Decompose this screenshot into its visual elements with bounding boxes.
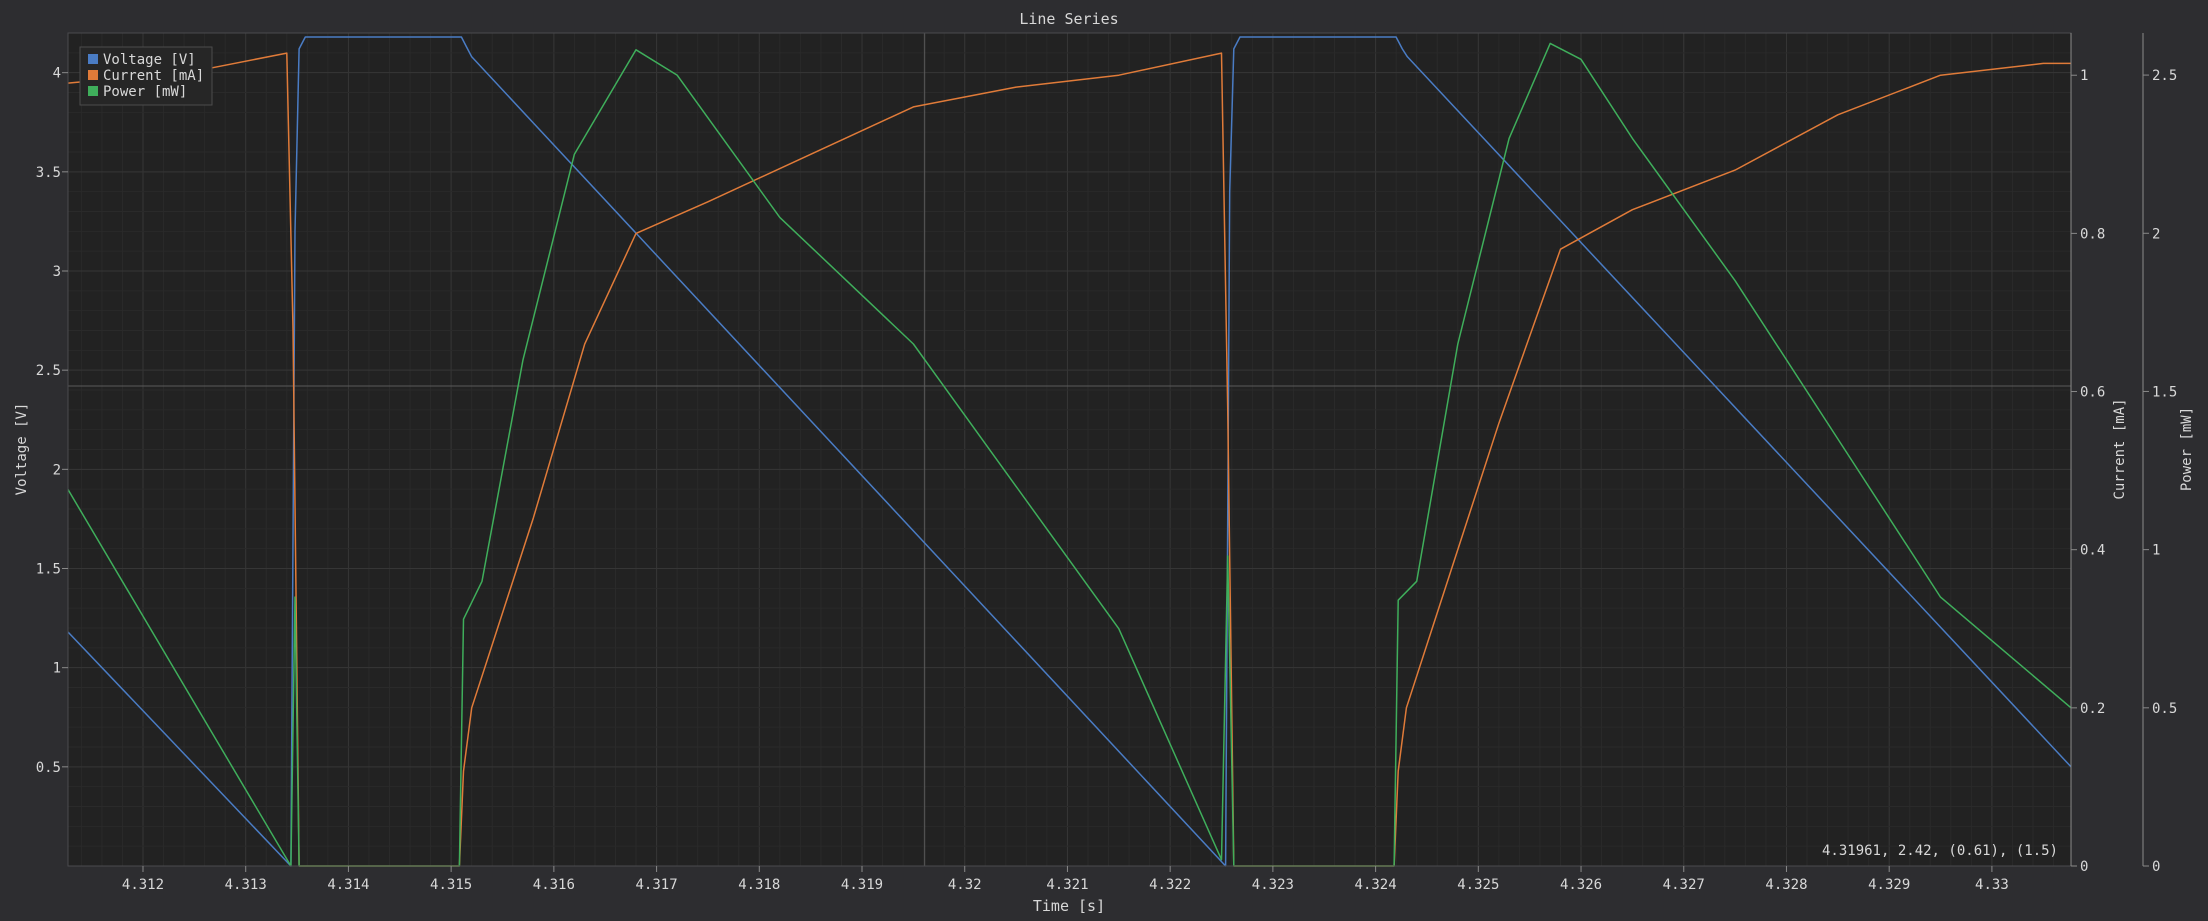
y3-tick-label: 1 [2152,543,2160,559]
y2-tick-label: 0 [2080,859,2088,875]
chart-title: Line Series [1019,10,1118,28]
legend-label-current[interactable]: Current [mA] [103,68,204,84]
y2-tick-label: 0.2 [2080,701,2105,717]
x-axis-label: Time [s] [1033,897,1105,915]
y1-tick-label: 2.5 [36,363,61,379]
legend-label-voltage[interactable]: Voltage [V] [103,52,196,68]
y1-tick-label: 3 [53,264,61,280]
legend-label-power[interactable]: Power [mW] [103,84,187,100]
y3-axis-label: Power [mW] [2179,407,2195,491]
x-tick-label: 4.313 [225,877,267,893]
x-tick-label: 4.322 [1149,877,1191,893]
y2-tick-label: 0.6 [2080,385,2105,401]
y3-tick-label: 1.5 [2152,384,2177,400]
y3-tick-label: 2.5 [2152,68,2177,84]
legend[interactable]: Voltage [V] Current [mA] Power [mW] [79,46,213,106]
y1-tick-label: 0.5 [36,760,61,776]
y3-tick-label: 2 [2152,226,2160,242]
x-tick-label: 4.317 [635,877,677,893]
y1-tick-label: 1.5 [36,562,61,578]
x-tick-label: 4.315 [430,877,472,893]
y1-axis-label: Voltage [V] [14,403,30,496]
legend-swatch-current [88,70,98,80]
x-tick-label: 4.329 [1868,877,1910,893]
y1-tick-label: 1 [53,661,61,677]
x-tick-label: 4.318 [738,877,780,893]
x-tick-label: 4.323 [1252,877,1294,893]
legend-swatch-power [88,86,98,96]
y3-tick-label: 0 [2152,859,2160,875]
cursor-readout: 4.31961, 2.42, (0.61), (1.5) [1822,843,2058,859]
x-tick-label: 4.326 [1560,877,1602,893]
x-tick-label: 4.316 [533,877,575,893]
y1-tick-label: 2 [53,462,61,478]
x-tick-label: 4.324 [1355,877,1397,893]
legend-swatch-voltage [88,54,98,64]
y2-tick-label: 0.8 [2080,226,2105,242]
line-series-chart[interactable]: 4.312 4.313 4.314 4.315 4.316 4.317 4.318 4.319… [0,0,2208,921]
x-tick-label: 4.314 [327,877,369,893]
x-tick-label: 4.321 [1046,877,1088,893]
x-tick-label: 4.319 [841,877,883,893]
y2-tick-label: 0.4 [2080,543,2105,559]
y3-tick-label: 0.5 [2152,701,2177,717]
x-tick-label: 4.32 [948,877,982,893]
x-tick-label: 4.312 [122,877,164,893]
y1-tick-label: 4 [53,66,61,82]
x-tick-label: 4.328 [1765,877,1807,893]
x-tick-label: 4.33 [1975,877,2009,893]
x-tick-label: 4.325 [1457,877,1499,893]
y1-tick-label: 3.5 [36,165,61,181]
x-tick-label: 4.327 [1663,877,1705,893]
y2-axis-label: Current [mA] [2112,398,2128,499]
y2-tick-label: 1 [2080,68,2088,84]
